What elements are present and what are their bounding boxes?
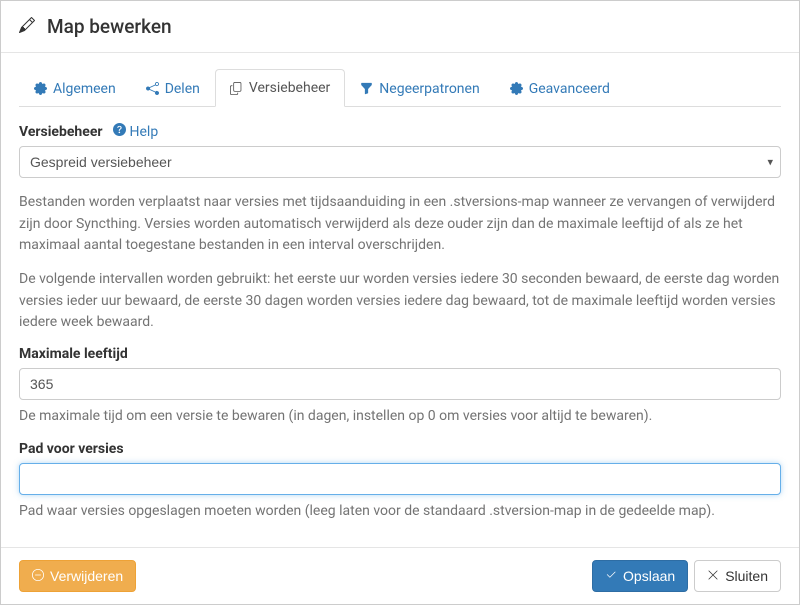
tab-label: Geavanceerd: [529, 81, 610, 97]
tab-label: Negeerpatronen: [379, 81, 479, 97]
versioning-label: Versiebeheer: [19, 124, 103, 140]
tab-general[interactable]: Algemeen: [19, 69, 131, 107]
max-age-input[interactable]: [19, 368, 781, 400]
button-label: Sluiten: [725, 568, 768, 584]
versioning-description-2: De volgende intervallen worden gebruikt:…: [19, 269, 781, 334]
modal-title: Map bewerken: [47, 15, 172, 38]
close-button[interactable]: Sluiten: [694, 560, 781, 592]
tab-label: Delen: [165, 81, 200, 97]
help-link[interactable]: Help: [113, 123, 159, 140]
modal-body: Algemeen Delen Versiebeheer Negeerpatron…: [1, 53, 799, 547]
versioning-select[interactable]: Gespreid versiebeheer: [19, 146, 781, 178]
tab-advanced[interactable]: Geavanceerd: [495, 69, 625, 107]
pencil-icon: [19, 17, 35, 37]
minus-circle-icon: [32, 568, 44, 584]
button-label: Verwijderen: [50, 568, 123, 584]
edit-folder-modal: Map bewerken Algemeen Delen Versiebeheer: [0, 0, 800, 605]
tab-ignore[interactable]: Negeerpatronen: [345, 69, 494, 107]
help-label: Help: [130, 124, 159, 140]
tab-sharing[interactable]: Delen: [131, 69, 215, 107]
tab-label: Versiebeheer: [249, 80, 330, 96]
check-icon: [605, 568, 617, 584]
close-icon: [707, 568, 719, 584]
cogs-icon: [510, 82, 523, 95]
filter-icon: [360, 82, 373, 95]
tabs: Algemeen Delen Versiebeheer Negeerpatron…: [19, 69, 781, 107]
modal-footer: Verwijderen Opslaan Sluiten: [1, 547, 799, 604]
versions-path-input[interactable]: [19, 463, 781, 495]
delete-button[interactable]: Verwijderen: [19, 560, 136, 592]
max-age-label: Maximale leeftijd: [19, 346, 781, 362]
help-icon: [113, 123, 126, 140]
tab-label: Algemeen: [53, 81, 116, 97]
max-age-help: De maximale tijd om een versie te beware…: [19, 406, 781, 427]
modal-header: Map bewerken: [1, 1, 799, 53]
gear-icon: [34, 82, 47, 95]
versions-path-help: Pad waar versies opgeslagen moeten worde…: [19, 501, 781, 522]
copy-icon: [230, 82, 243, 95]
tab-versioning[interactable]: Versiebeheer: [215, 69, 345, 107]
button-label: Opslaan: [623, 568, 675, 584]
versions-path-label: Pad voor versies: [19, 441, 781, 457]
share-icon: [146, 82, 159, 95]
save-button[interactable]: Opslaan: [592, 560, 688, 592]
versioning-description-1: Bestanden worden verplaatst naar versies…: [19, 192, 781, 257]
